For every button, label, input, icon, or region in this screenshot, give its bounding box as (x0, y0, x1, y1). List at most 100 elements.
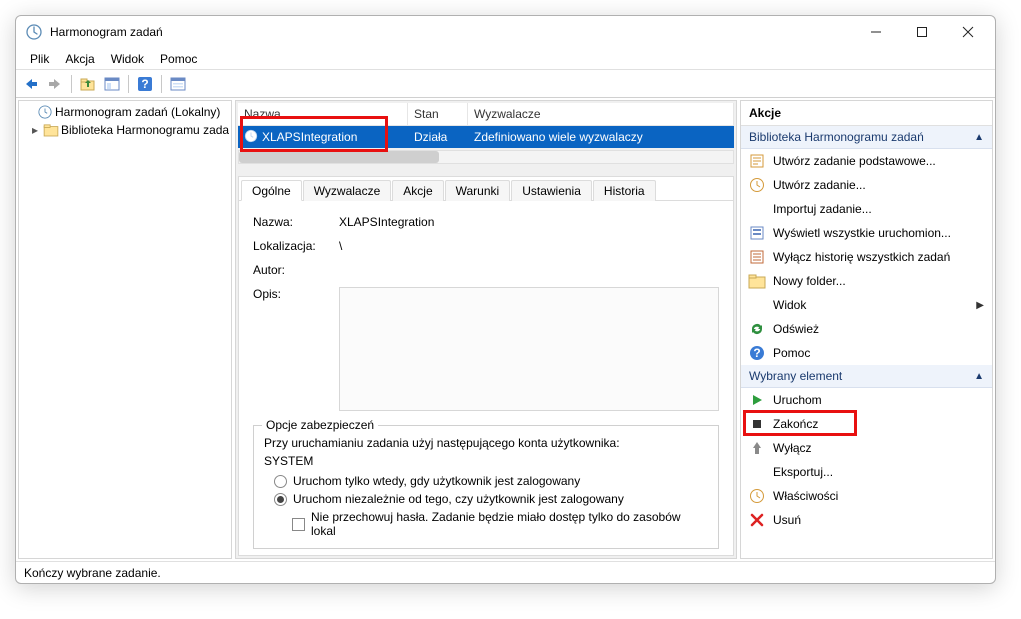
history-icon (749, 249, 765, 265)
menubar: Plik Akcja Widok Pomoc (16, 48, 995, 70)
main-area: Harmonogram zadań (Lokalny) ▸ Biblioteka… (16, 98, 995, 561)
action-show-running[interactable]: Wyświetl wszystkie uruchomion... (741, 221, 992, 245)
value-name: XLAPSIntegration (339, 215, 719, 229)
actions-pane: Akcje Biblioteka Harmonogramu zadań ▲ Ut… (740, 100, 993, 559)
refresh-icon (749, 321, 765, 337)
status-text: Kończy wybrane zadanie. (24, 566, 161, 580)
svg-text:?: ? (753, 346, 760, 360)
check-nopass-label: Nie przechowuj hasła. Zadanie będzie mia… (311, 510, 708, 538)
action-help[interactable]: ? Pomoc (741, 341, 992, 365)
radio-icon (274, 493, 287, 506)
description-box[interactable] (339, 287, 719, 411)
col-name[interactable]: Nazwa (238, 103, 408, 126)
action-export[interactable]: Eksportuj... (741, 460, 992, 484)
back-button[interactable] (20, 73, 42, 95)
menu-action[interactable]: Akcja (57, 50, 102, 68)
help-button[interactable]: ? (134, 73, 156, 95)
menu-help[interactable]: Pomoc (152, 50, 205, 68)
tab-history[interactable]: Historia (593, 180, 656, 201)
minimize-button[interactable] (853, 17, 899, 47)
col-triggers[interactable]: Wyzwalacze (468, 103, 734, 126)
col-state[interactable]: Stan (408, 103, 468, 126)
close-button[interactable] (945, 17, 991, 47)
app-window: Harmonogram zadań Plik Akcja Widok Pomoc… (15, 15, 996, 584)
properties-button[interactable] (167, 73, 189, 95)
action-create-basic[interactable]: Utwórz zadanie podstawowe... (741, 149, 992, 173)
check-nopass[interactable]: Nie przechowuj hasła. Zadanie będzie mia… (292, 510, 708, 538)
section-library[interactable]: Biblioteka Harmonogramu zadań ▲ (741, 126, 992, 149)
radio-always-label: Uruchom niezależnie od tego, czy użytkow… (293, 492, 624, 506)
radio-logged-on[interactable]: Uruchom tylko wtedy, gdy użytkownik jest… (274, 474, 708, 488)
action-refresh[interactable]: Odśwież (741, 317, 992, 341)
task-name: XLAPSIntegration (262, 130, 357, 144)
action-import[interactable]: Importuj zadanie... (741, 197, 992, 221)
task-list: Nazwa Stan Wyzwalacze XLAPSIntegration D… (238, 103, 734, 148)
running-icon (749, 225, 765, 241)
action-new-folder[interactable]: Nowy folder... (741, 269, 992, 293)
properties-icon (749, 488, 765, 504)
task-state: Działa (408, 130, 468, 144)
radio-always[interactable]: Uruchom niezależnie od tego, czy użytkow… (274, 492, 708, 506)
tab-settings[interactable]: Ustawienia (511, 180, 592, 201)
chevron-right-icon[interactable]: ▸ (29, 123, 41, 137)
export-icon (749, 464, 765, 480)
checkbox-icon (292, 518, 305, 531)
toolbar: ? (16, 70, 995, 98)
tree-root[interactable]: Harmonogram zadań (Lokalny) (21, 103, 229, 121)
label-name: Nazwa: (253, 215, 329, 229)
security-text: Przy uruchamianiu zadania użyj następują… (264, 436, 708, 450)
label-desc: Opis: (253, 287, 329, 411)
task-list-header: Nazwa Stan Wyzwalacze (238, 103, 734, 126)
action-disable-history[interactable]: Wyłącz historię wszystkich zadań (741, 245, 992, 269)
menu-view[interactable]: Widok (103, 50, 152, 68)
collapse-icon: ▲ (974, 371, 984, 382)
up-button[interactable] (77, 73, 99, 95)
tabs: Ogólne Wyzwalacze Akcje Warunki Ustawien… (239, 177, 733, 201)
tab-content-general: Nazwa: XLAPSIntegration Lokalizacja: \ A… (239, 201, 733, 555)
action-disable[interactable]: Wyłącz (741, 436, 992, 460)
window-title: Harmonogram zadań (50, 25, 853, 39)
section-selected[interactable]: Wybrany element ▲ (741, 365, 992, 388)
action-properties[interactable]: Właściwości (741, 484, 992, 508)
security-legend: Opcje zabezpieczeń (262, 418, 378, 432)
chevron-right-icon: ▶ (976, 300, 984, 311)
app-icon (26, 24, 42, 40)
action-delete[interactable]: Usuń (741, 508, 992, 532)
maximize-button[interactable] (899, 17, 945, 47)
actions-pane-title: Akcje (741, 101, 992, 126)
create-basic-icon (749, 153, 765, 169)
titlebar: Harmonogram zadań (16, 16, 995, 48)
label-author: Autor: (253, 263, 329, 277)
action-run[interactable]: Uruchom (741, 388, 992, 412)
radio-logged-label: Uruchom tylko wtedy, gdy użytkownik jest… (293, 474, 580, 488)
task-row-selected[interactable]: XLAPSIntegration Działa Zdefiniowano wie… (238, 126, 734, 148)
radio-icon (274, 475, 287, 488)
tree-root-label: Harmonogram zadań (Lokalny) (55, 105, 220, 119)
folder-icon (749, 273, 765, 289)
task-triggers: Zdefiniowano wiele wyzwalaczy (468, 130, 734, 144)
tab-general[interactable]: Ogólne (241, 180, 302, 201)
play-icon (749, 392, 765, 408)
stop-icon (749, 416, 765, 432)
forward-button[interactable] (44, 73, 66, 95)
hscrollbar[interactable] (238, 150, 734, 164)
value-location: \ (339, 239, 719, 253)
help-icon: ? (749, 345, 765, 361)
tree-library-label: Biblioteka Harmonogramu zada (61, 123, 229, 137)
task-icon (244, 129, 258, 146)
tab-actions[interactable]: Akcje (392, 180, 443, 201)
action-create[interactable]: Utwórz zadanie... (741, 173, 992, 197)
show-hide-button[interactable] (101, 73, 123, 95)
delete-icon (749, 512, 765, 528)
clock-icon (37, 104, 53, 120)
menu-file[interactable]: Plik (22, 50, 57, 68)
tab-conditions[interactable]: Warunki (445, 180, 511, 201)
security-user: SYSTEM (264, 454, 708, 468)
tree-pane: Harmonogram zadań (Lokalny) ▸ Biblioteka… (18, 100, 232, 559)
tree-library[interactable]: ▸ Biblioteka Harmonogramu zada (21, 121, 229, 139)
action-view[interactable]: Widok ▶ (741, 293, 992, 317)
security-fieldset: Opcje zabezpieczeń Przy uruchamianiu zad… (253, 425, 719, 549)
tab-triggers[interactable]: Wyzwalacze (303, 180, 392, 201)
folder-icon (43, 122, 59, 138)
action-end[interactable]: Zakończ (741, 412, 992, 436)
